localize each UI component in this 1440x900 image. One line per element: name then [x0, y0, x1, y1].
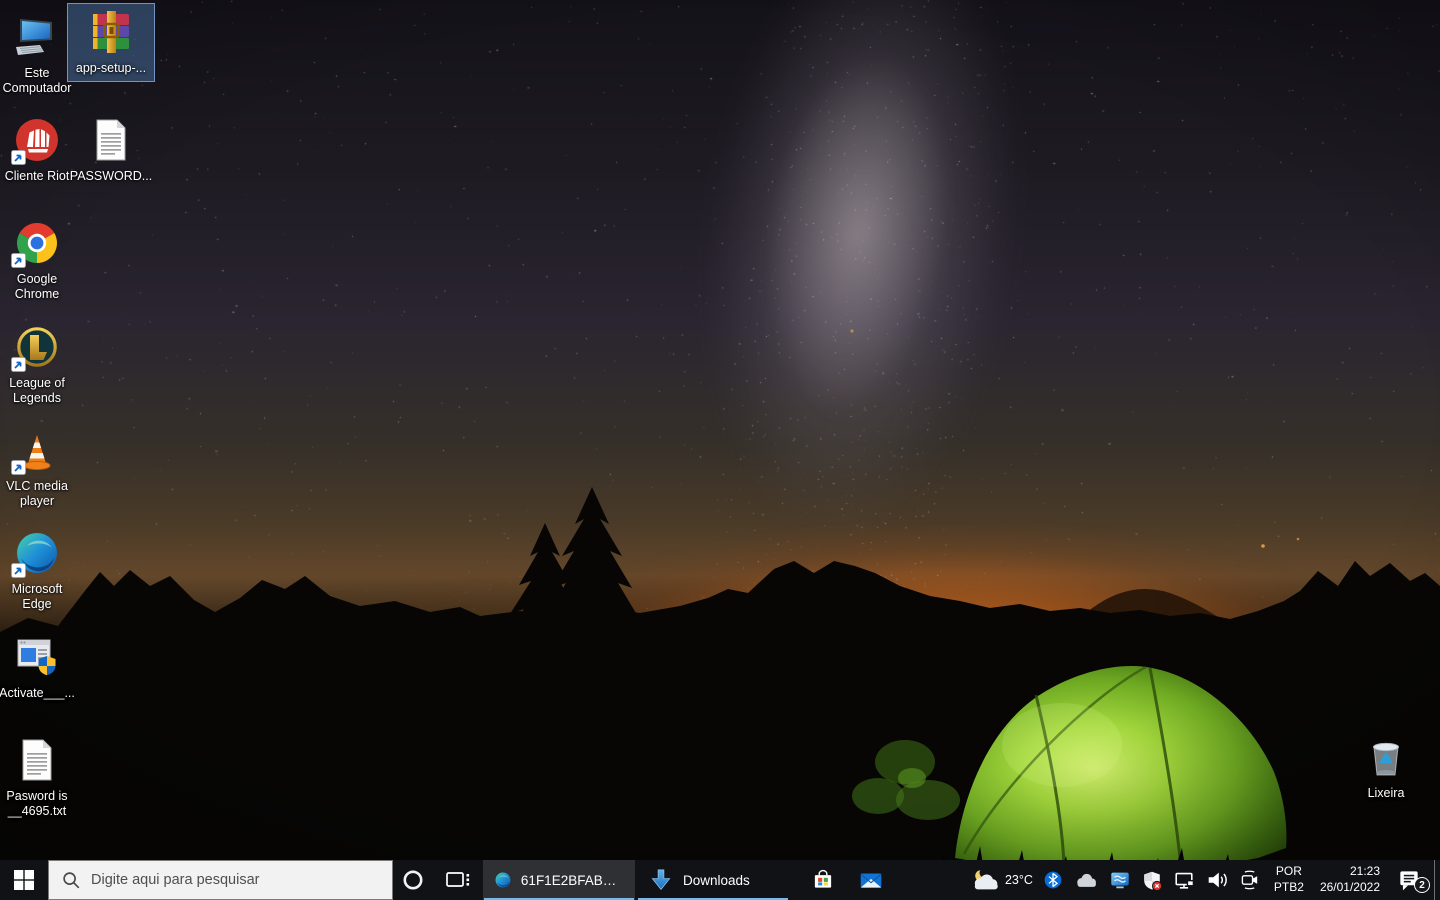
desktop-icon-password-doc[interactable]: PASSWORD... [67, 111, 155, 190]
desktop-icon-label: Activate___... [0, 686, 75, 700]
date-label: 26/01/2022 [1319, 880, 1380, 894]
text-document-icon [87, 116, 135, 164]
meet-now-tray-button[interactable] [1234, 860, 1266, 900]
desktop-icon-label: Google Chrome [14, 272, 60, 301]
security-shield-alert-icon [1141, 869, 1163, 891]
language-indicator[interactable]: POR PTB2 [1266, 860, 1312, 900]
language-code: POR [1275, 864, 1302, 879]
search-icon [60, 869, 82, 891]
shortcut-arrow-icon [11, 253, 26, 268]
volume-icon [1205, 868, 1229, 892]
temperature-label: 23°C [1004, 873, 1033, 887]
desktop-icon-label: app-setup-... [75, 61, 147, 75]
desktop-icon-label: PASSWORD... [69, 169, 153, 183]
action-center-button[interactable]: 2 [1388, 860, 1434, 900]
start-button[interactable] [0, 860, 48, 900]
mail-button[interactable] [847, 860, 895, 900]
shortcut-arrow-icon [11, 563, 26, 578]
windows-security-tray-button[interactable] [1136, 860, 1168, 900]
shortcut-arrow-icon [11, 357, 26, 372]
mail-icon [858, 867, 884, 893]
remote-desktop-tray-button[interactable] [1104, 860, 1136, 900]
cortana-icon [401, 868, 425, 892]
windows-logo-icon [11, 867, 37, 893]
desktop-icon-activate[interactable]: Activate___... [0, 628, 81, 707]
onedrive-cloud-icon [1073, 870, 1099, 890]
search-input[interactable] [91, 872, 381, 888]
desktop-icon-vlc[interactable]: VLC media player [0, 421, 81, 515]
desktop-icon-league-of-legends[interactable]: League of Legends [0, 318, 81, 412]
winrar-archive-icon [87, 8, 135, 56]
volume-tray-button[interactable] [1200, 860, 1234, 900]
windows-desktop: Este Computador app-setup-... Cliente Ri… [0, 0, 1440, 900]
system-tray: 23°C POR PTB2 21:23 26/01/2022 2 [963, 860, 1440, 900]
desktop-icon-lixeira[interactable]: Lixeira [1342, 728, 1430, 807]
clock[interactable]: 21:23 26/01/2022 [1312, 860, 1388, 900]
weather-tray-button[interactable]: 23°C [963, 860, 1038, 900]
desktop-icon-pasword-txt[interactable]: Pasword is __4695.txt [0, 731, 81, 825]
network-tray-button[interactable] [1168, 860, 1200, 900]
desktop-icon-label: Pasword is __4695.txt [6, 789, 68, 818]
microsoft-store-icon [810, 867, 836, 893]
task-view-icon [443, 867, 471, 893]
taskbar-window-label: 61F1E2BFABF3E-Wi... [520, 872, 624, 888]
taskbar-window-label: Downloads [683, 872, 750, 888]
cortana-button[interactable] [393, 860, 433, 900]
bluetooth-tray-button[interactable] [1038, 860, 1068, 900]
task-view-button[interactable] [433, 860, 481, 900]
time-label: 21:23 [1349, 864, 1380, 879]
desktop-icon-label: Microsoft Edge [11, 582, 63, 611]
text-document-icon [13, 736, 61, 784]
taskbar-search[interactable] [48, 860, 393, 900]
edge-icon [494, 868, 512, 892]
weather-icon [968, 867, 1002, 893]
desktop-icon-microsoft-edge[interactable]: Microsoft Edge [0, 524, 81, 618]
this-pc-icon [13, 13, 61, 61]
ethernet-network-icon [1173, 869, 1195, 891]
show-desktop-button[interactable] [1434, 860, 1440, 900]
desktop-icon-google-chrome[interactable]: Google Chrome [0, 214, 81, 308]
onedrive-tray-button[interactable] [1068, 860, 1104, 900]
desktop-icon-label: Cliente Riot [4, 169, 70, 183]
meet-now-camera-icon [1239, 868, 1261, 892]
recycle-bin-icon [1362, 733, 1410, 781]
notification-count-badge: 2 [1414, 877, 1430, 893]
shortcut-arrow-icon [11, 150, 26, 165]
taskbar-window-downloads[interactable]: Downloads [637, 860, 789, 900]
remote-desktop-icon [1109, 869, 1131, 891]
keyboard-layout: PTB2 [1273, 880, 1304, 894]
taskbar-window-edge[interactable]: 61F1E2BFABF3E-Wi... [483, 860, 635, 900]
taskbar: 61F1E2BFABF3E-Wi... Downloads 23°C [0, 860, 1440, 900]
vignette [0, 0, 1440, 900]
microsoft-store-button[interactable] [799, 860, 847, 900]
shortcut-arrow-icon [11, 460, 26, 475]
desktop-icon-app-setup[interactable]: app-setup-... [67, 3, 155, 82]
activate-script-icon [13, 633, 61, 681]
desktop-icon-label: VLC media player [6, 479, 68, 508]
desktop-icon-label: Lixeira [1367, 786, 1405, 800]
bluetooth-icon [1043, 868, 1063, 892]
desktop-icon-label: League of Legends [9, 376, 65, 405]
downloads-arrow-icon [648, 867, 674, 893]
